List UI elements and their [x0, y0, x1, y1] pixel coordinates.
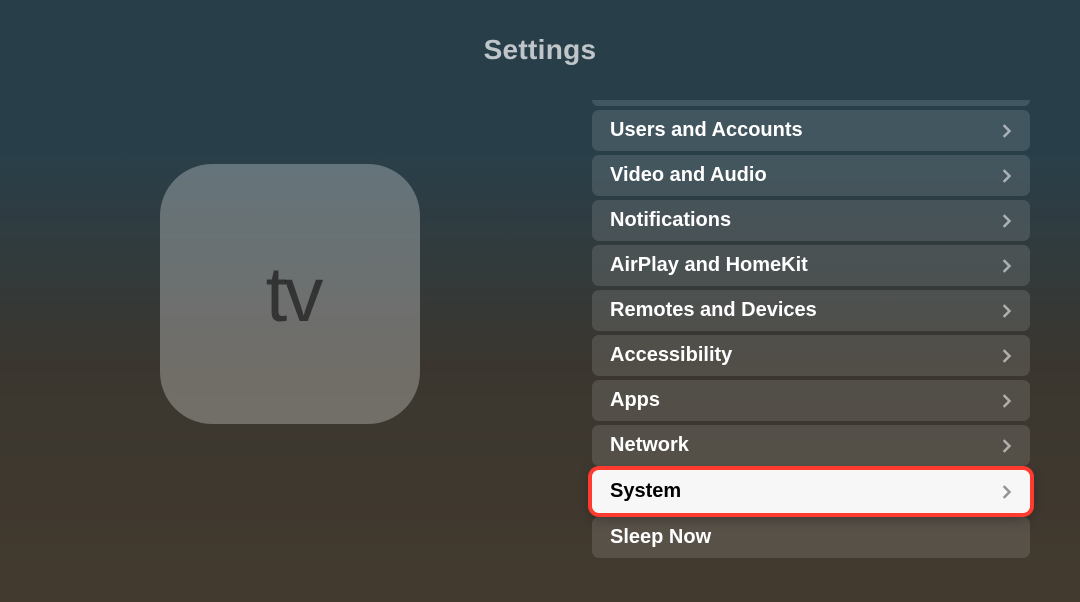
menu-label: Remotes and Devices	[610, 299, 817, 322]
menu-item-sleep-now[interactable]: Sleep Now	[592, 517, 1030, 558]
appletv-tile: tv	[160, 164, 420, 424]
menu-item-remotes-and-devices[interactable]: Remotes and Devices	[592, 290, 1030, 331]
menu-label: Apps	[610, 389, 660, 412]
menu-label: Network	[610, 434, 689, 457]
menu-label: Video and Audio	[610, 164, 767, 187]
menu-item-system[interactable]: System	[592, 470, 1030, 513]
menu-label: AirPlay and HomeKit	[610, 254, 808, 277]
menu-label: Accessibility	[610, 344, 732, 367]
chevron-right-icon	[998, 212, 1016, 230]
menu-item-partial[interactable]	[592, 100, 1030, 106]
menu-item-users-and-accounts[interactable]: Users and Accounts	[592, 110, 1030, 151]
chevron-right-icon	[998, 302, 1016, 320]
menu-label: Notifications	[610, 209, 731, 232]
menu-label: Users and Accounts	[610, 119, 803, 142]
chevron-right-icon	[998, 257, 1016, 275]
menu-item-apps[interactable]: Apps	[592, 380, 1030, 421]
page-title: Settings	[484, 34, 597, 66]
chevron-right-icon	[998, 347, 1016, 365]
chevron-right-icon	[998, 392, 1016, 410]
menu-label: Sleep Now	[610, 526, 711, 549]
menu-item-notifications[interactable]: Notifications	[592, 200, 1030, 241]
appletv-logo: tv	[260, 255, 321, 333]
menu-label: System	[610, 480, 681, 503]
chevron-right-icon	[998, 122, 1016, 140]
menu-item-accessibility[interactable]: Accessibility	[592, 335, 1030, 376]
menu-item-airplay-and-homekit[interactable]: AirPlay and HomeKit	[592, 245, 1030, 286]
chevron-right-icon	[998, 167, 1016, 185]
settings-menu: Users and Accounts Video and Audio Notif…	[592, 100, 1030, 558]
menu-item-network[interactable]: Network	[592, 425, 1030, 466]
tv-text: tv	[266, 255, 321, 333]
chevron-right-icon	[998, 437, 1016, 455]
chevron-right-icon	[998, 483, 1016, 501]
menu-item-video-and-audio[interactable]: Video and Audio	[592, 155, 1030, 196]
